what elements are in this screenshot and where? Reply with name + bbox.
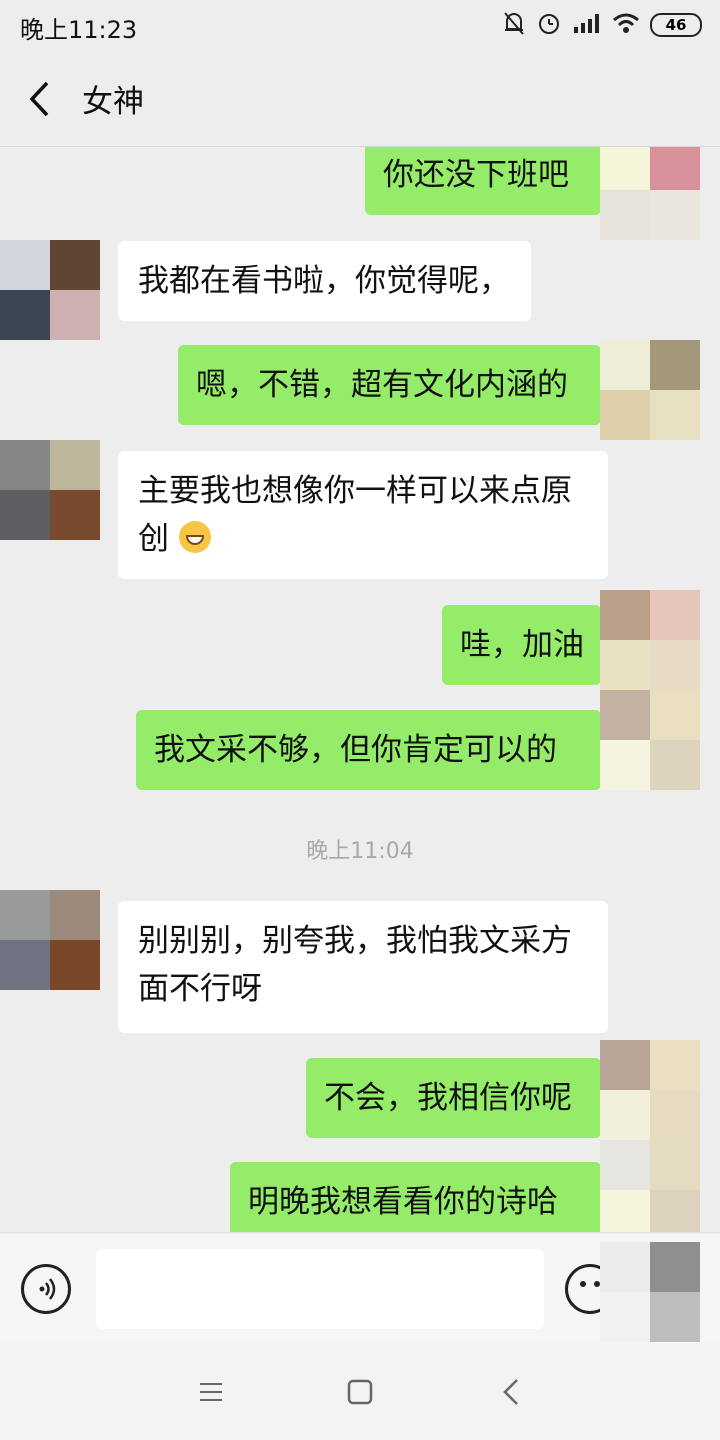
battery-icon: 46: [650, 13, 702, 37]
avatar[interactable]: [600, 690, 700, 790]
message-text: 嗯，不错，超有文化内涵的: [196, 367, 568, 403]
avatar[interactable]: [600, 1040, 700, 1140]
message-text: 不会，我相信你呢: [324, 1080, 572, 1116]
message-text: 明晚我想看看你的诗哈: [248, 1184, 558, 1220]
status-bar: 晚上11:23 46: [0, 0, 720, 52]
home-button[interactable]: [335, 1367, 385, 1417]
avatar[interactable]: [600, 1242, 700, 1342]
avatar[interactable]: [600, 147, 700, 240]
back-icon: [503, 1379, 518, 1405]
grin-emoji-icon: [178, 521, 211, 553]
message-bubble-incoming[interactable]: 别别别，别夸我，我怕我文采方面不行呀: [118, 901, 608, 1033]
message-bubble-outgoing[interactable]: 不会，我相信你呢: [306, 1058, 601, 1138]
menu-icon: [200, 1383, 222, 1401]
hd-signal-icon: [572, 11, 602, 39]
message-text: 别别别，别夸我，我怕我文采方面不行呀: [138, 923, 572, 1007]
message-bubble-outgoing[interactable]: 你还没下班吧: [365, 147, 601, 215]
wifi-icon: [612, 12, 640, 38]
back-button[interactable]: [20, 74, 60, 124]
chat-title: 女神: [82, 84, 144, 120]
message-input[interactable]: [96, 1249, 544, 1329]
menu-button[interactable]: [186, 1367, 236, 1417]
voice-icon: [39, 1278, 56, 1300]
avatar[interactable]: [600, 1140, 700, 1232]
avatar[interactable]: [600, 590, 700, 690]
avatar[interactable]: [0, 440, 100, 540]
message-bubble-outgoing[interactable]: 哇，加油: [442, 605, 601, 685]
system-nav-bar: [0, 1343, 720, 1440]
message-text: 你还没下班吧: [383, 157, 569, 193]
alarm-icon: [536, 10, 562, 40]
nav-back-button[interactable]: [486, 1367, 536, 1417]
message-bubble-outgoing[interactable]: 我文采不够，但你肯定可以的: [136, 710, 601, 790]
voice-button[interactable]: [21, 1264, 71, 1314]
avatar[interactable]: [0, 240, 100, 340]
avatar[interactable]: [0, 890, 100, 990]
message-bubble-outgoing[interactable]: 明晚我想看看你的诗哈: [230, 1162, 601, 1232]
avatar[interactable]: [600, 340, 700, 440]
chat-header: 女神: [0, 52, 720, 147]
mute-bell-icon: [502, 10, 526, 40]
home-icon: [347, 1379, 373, 1405]
input-bar: [0, 1232, 720, 1343]
message-text: 我文采不够，但你肯定可以的: [154, 732, 557, 768]
status-icons: 46: [502, 10, 702, 40]
message-bubble-incoming[interactable]: 主要我也想像你一样可以来点原创: [118, 451, 608, 579]
message-text: 哇，加油: [460, 627, 584, 663]
message-bubble-incoming[interactable]: 我都在看书啦，你觉得呢，: [118, 241, 531, 321]
message-text: 我都在看书啦，你觉得呢，: [138, 263, 510, 299]
chevron-left-icon: [29, 81, 49, 117]
message-timestamp: 晚上11:04: [306, 839, 414, 864]
chat-messages[interactable]: 你还没下班吧 我都在看书啦，你觉得呢， 嗯，不错，超有文化内涵的 主要我也想像你…: [0, 147, 720, 1232]
message-bubble-outgoing[interactable]: 嗯，不错，超有文化内涵的: [178, 345, 601, 425]
status-time: 晚上11:23: [20, 16, 138, 44]
